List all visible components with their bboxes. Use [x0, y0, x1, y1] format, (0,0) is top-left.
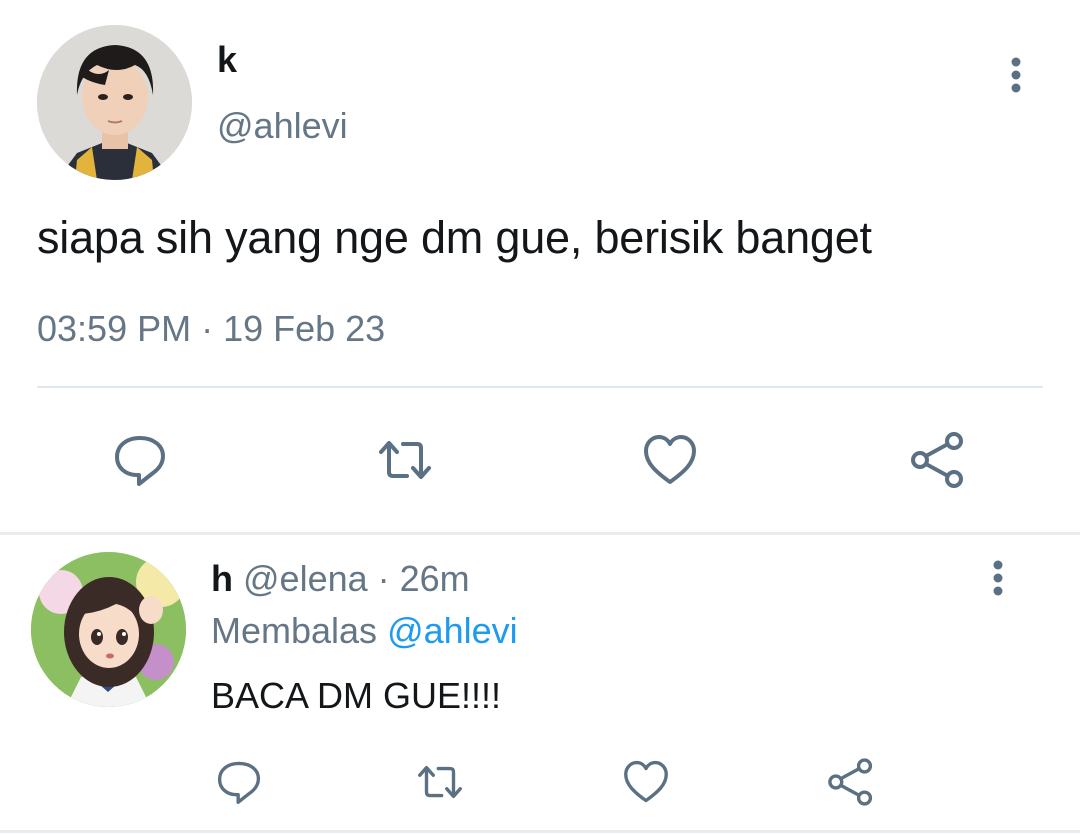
reply-text: BACA DM GUE!!!!	[211, 675, 502, 716]
replying-to-handle[interactable]: @ahlevi	[387, 610, 518, 651]
tweet-timestamp[interactable]: 03:59 PM · 19 Feb 23	[37, 307, 385, 351]
reply-avatar[interactable]	[31, 552, 186, 707]
reply-header: h @elena · 26m	[211, 558, 470, 600]
author-display-name[interactable]: k	[217, 38, 237, 82]
reply-handle-and-time[interactable]: @elena · 26m	[233, 558, 470, 599]
retweet-icon[interactable]	[373, 428, 437, 492]
avatar[interactable]	[37, 25, 192, 180]
divider	[37, 386, 1043, 388]
like-icon[interactable]	[619, 755, 673, 809]
reply-display-name[interactable]: h	[211, 558, 233, 599]
more-options-icon[interactable]	[996, 55, 1036, 95]
divider	[0, 830, 1080, 833]
retweet-icon[interactable]	[413, 755, 467, 809]
like-icon[interactable]	[638, 428, 702, 492]
author-handle[interactable]: @ahlevi	[217, 104, 348, 148]
replying-to-line: Membalas @ahlevi	[211, 610, 518, 652]
reply-icon[interactable]	[212, 755, 266, 809]
share-icon[interactable]	[824, 755, 878, 809]
reply-icon[interactable]	[108, 428, 172, 492]
divider	[0, 532, 1080, 535]
replying-label: Membalas	[211, 610, 388, 651]
share-icon[interactable]	[906, 428, 970, 492]
tweet-text: siapa sih yang nge dm gue, berisik bange…	[37, 212, 872, 263]
more-options-icon[interactable]	[978, 558, 1018, 598]
